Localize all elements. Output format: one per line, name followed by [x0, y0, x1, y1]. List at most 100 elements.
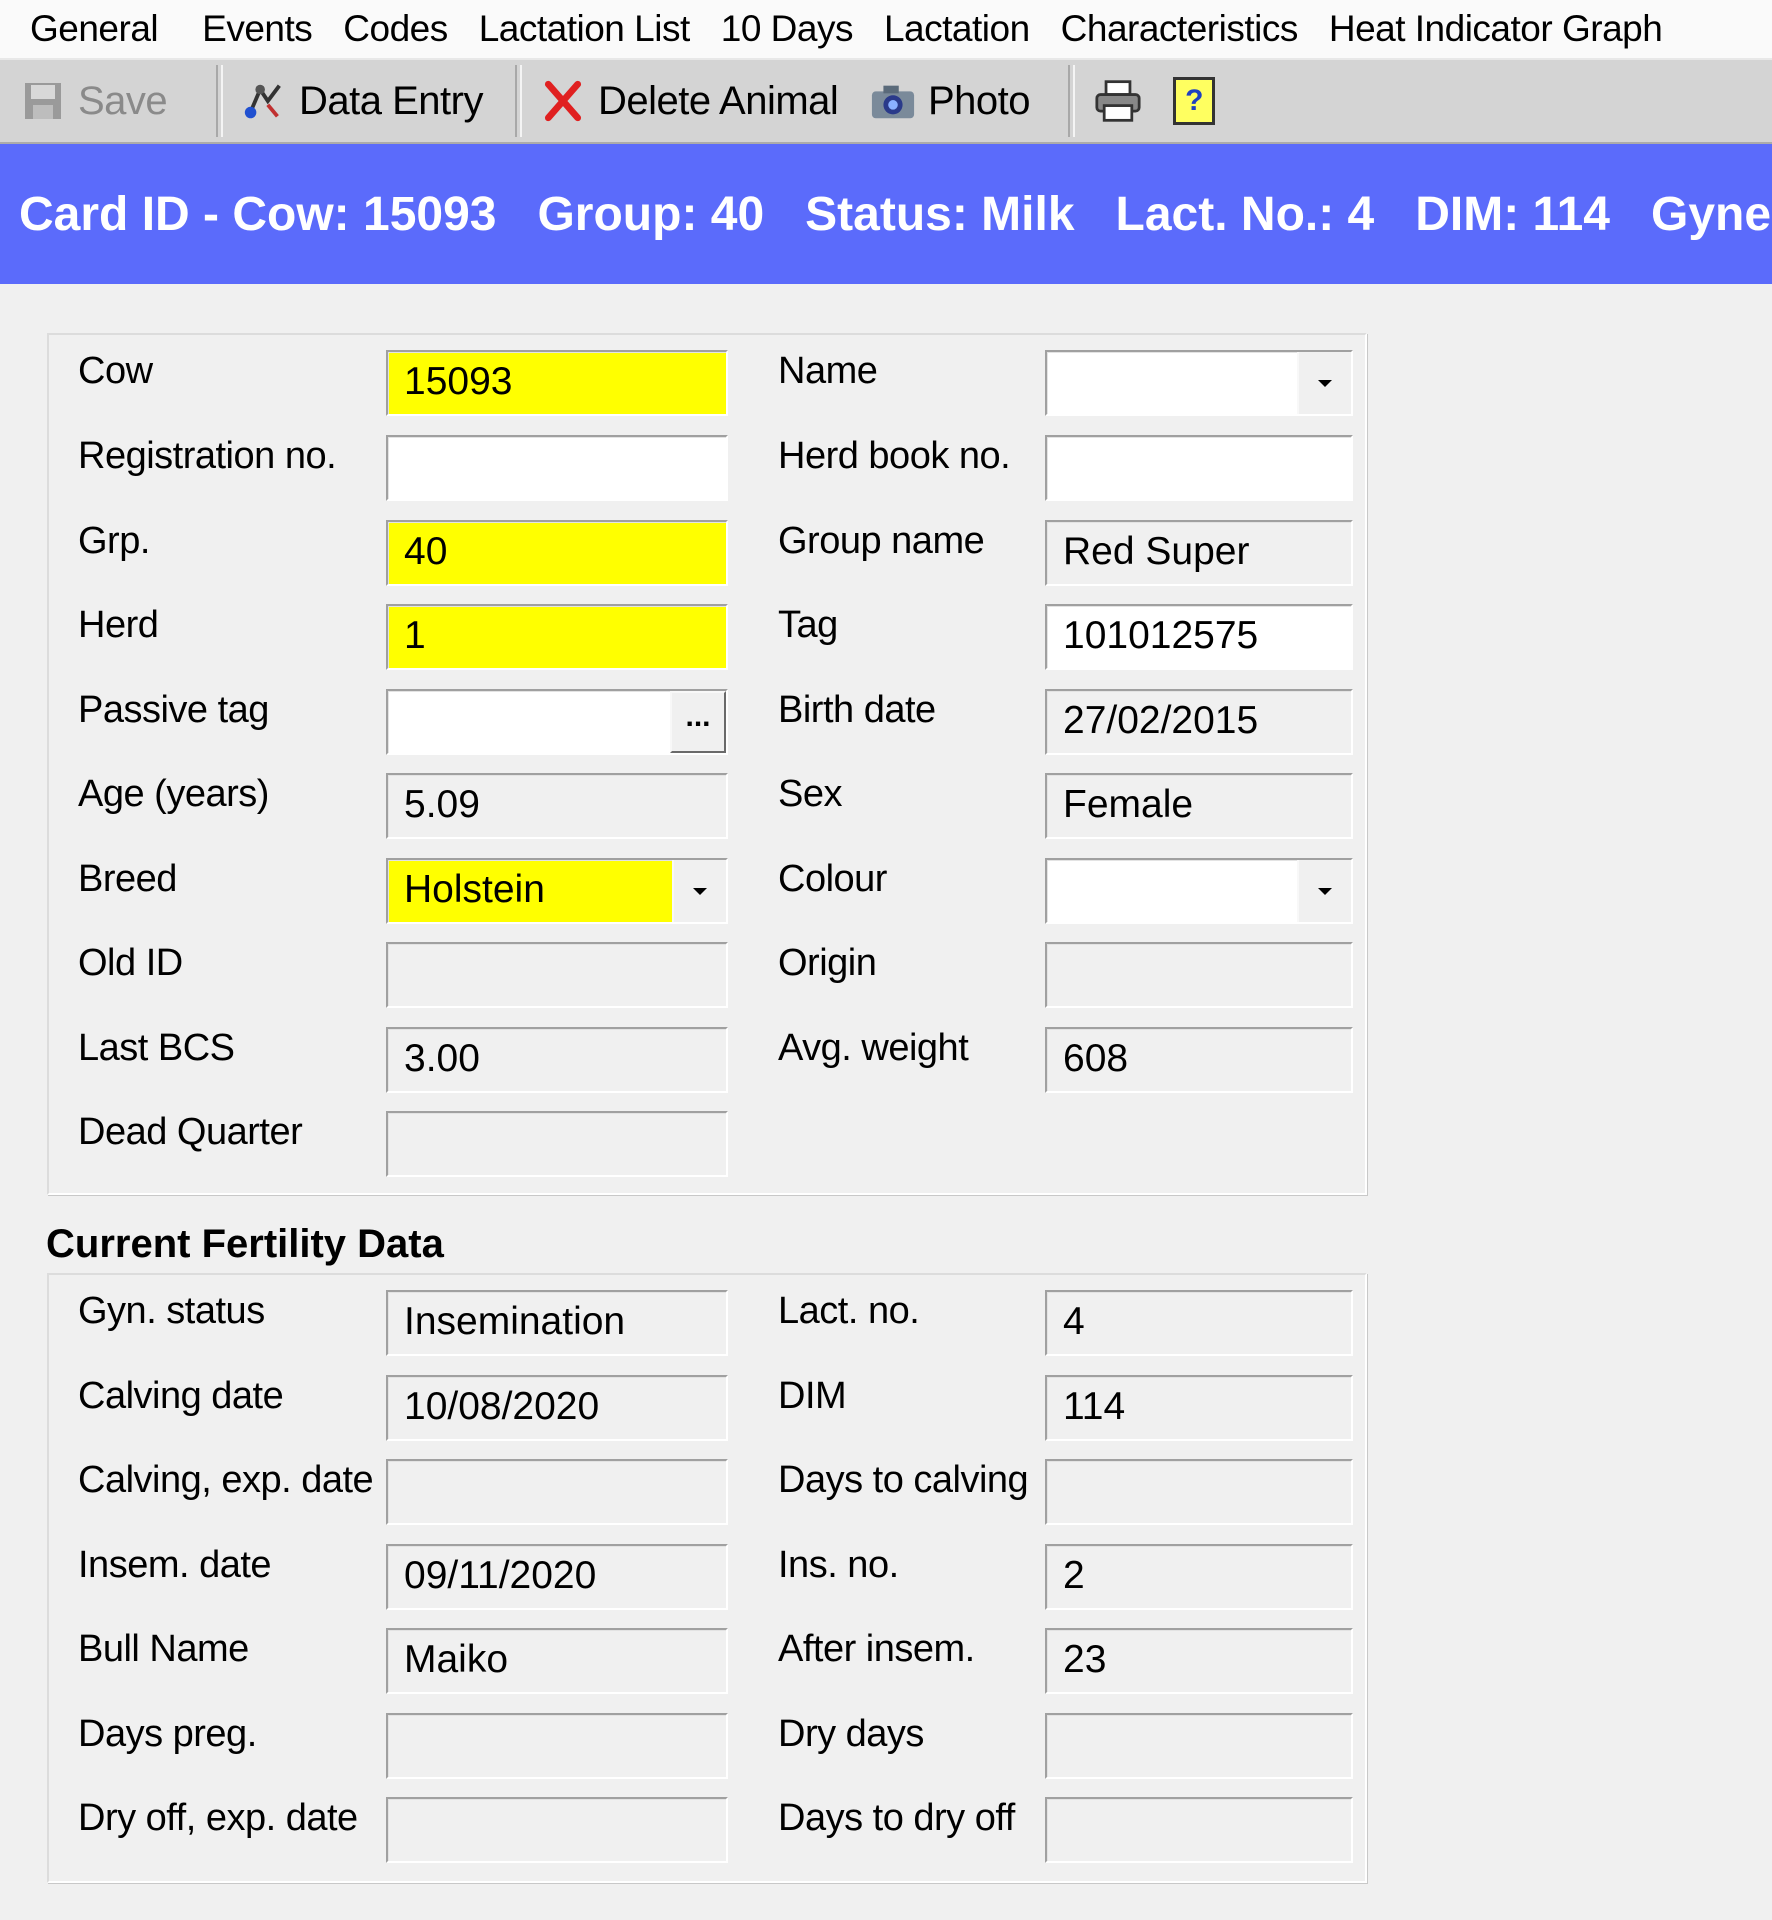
days-to-calving-field — [1045, 1459, 1353, 1525]
grp-label: Grp. — [78, 520, 150, 562]
days-to-dry-off-label: Days to dry off — [778, 1797, 1015, 1839]
age-label: Age (years) — [78, 773, 269, 815]
menu-characteristics[interactable]: Characteristics — [1047, 0, 1315, 58]
menu-codes[interactable]: Codes — [329, 0, 464, 58]
menu-lactation[interactable]: Lactation — [870, 0, 1047, 58]
insem-date-field: 09/11/2020 — [386, 1544, 728, 1610]
herd-field[interactable]: 1 — [386, 604, 728, 670]
help-icon: ? — [1173, 77, 1215, 125]
toolbar-separator — [1068, 65, 1075, 137]
toolbar-separator — [216, 65, 223, 137]
origin-label: Origin — [778, 942, 877, 984]
herd-label: Herd — [78, 604, 159, 646]
colour-label: Colour — [778, 858, 887, 900]
save-icon — [20, 78, 66, 124]
dim-field: 114 — [1045, 1375, 1353, 1441]
data-entry-button[interactable]: Data Entry — [231, 66, 507, 136]
dim-label: DIM — [778, 1375, 847, 1417]
last-bcs-label: Last BCS — [78, 1027, 235, 1069]
menu-general[interactable]: General — [0, 0, 188, 58]
help-button[interactable]: ? — [1173, 66, 1243, 136]
days-preg-label: Days preg. — [78, 1713, 257, 1755]
age-field: 5.09 — [386, 773, 728, 839]
passive-tag-browse-button[interactable]: ... — [670, 691, 726, 753]
card-header-banner: Card ID - Cow: 15093 Group: 40 Status: M… — [0, 144, 1772, 284]
dry-days-field — [1045, 1713, 1353, 1779]
lact-no-field: 4 — [1045, 1290, 1353, 1356]
after-insem-label: After insem. — [778, 1628, 975, 1670]
cow-label: Cow — [78, 350, 153, 392]
dead-quarter-field — [386, 1111, 728, 1177]
registration-label: Registration no. — [78, 435, 337, 477]
days-to-dry-off-field — [1045, 1797, 1353, 1863]
breed-dropdown[interactable]: Holstein — [386, 858, 728, 924]
save-label: Save — [78, 78, 168, 123]
insem-date-label: Insem. date — [78, 1544, 272, 1586]
menu-bar: General Events Codes Lactation List 10 D… — [0, 0, 1772, 58]
gyn-status-field: Insemination — [386, 1290, 728, 1356]
menu-events[interactable]: Events — [188, 0, 329, 58]
group-name-field: Red Super — [1045, 520, 1353, 586]
breed-dropdown-button[interactable] — [672, 860, 726, 922]
colour-dropdown[interactable] — [1045, 858, 1353, 924]
dry-days-label: Dry days — [778, 1713, 924, 1755]
passive-tag-field[interactable]: ... — [386, 689, 728, 755]
dry-off-exp-date-field — [386, 1797, 728, 1863]
breed-label: Breed — [78, 858, 177, 900]
save-button[interactable]: Save — [0, 66, 208, 136]
fertility-section-title: Current Fertility Data — [46, 1222, 444, 1266]
name-dropdown-button[interactable] — [1297, 352, 1351, 414]
tag-label: Tag — [778, 604, 838, 646]
chevron-down-icon — [1318, 379, 1332, 387]
dry-off-exp-date-label: Dry off, exp. date — [78, 1797, 358, 1839]
calving-date-field: 10/08/2020 — [386, 1375, 728, 1441]
old-id-label: Old ID — [78, 942, 183, 984]
dead-quarter-label: Dead Quarter — [78, 1111, 303, 1153]
photo-button[interactable]: Photo — [860, 66, 1060, 136]
banner-gyn-status: Gyne — [1650, 187, 1772, 241]
toolbar-separator — [515, 65, 522, 137]
group-name-label: Group name — [778, 520, 985, 562]
breed-value: Holstein — [404, 868, 545, 911]
days-preg-field — [386, 1713, 728, 1779]
menu-lactation-list[interactable]: Lactation List — [465, 0, 707, 58]
days-to-calving-label: Days to calving — [778, 1459, 1029, 1501]
printer-icon — [1095, 78, 1141, 124]
tag-field[interactable]: 101012575 — [1045, 604, 1353, 670]
photo-label: Photo — [928, 78, 1031, 123]
bull-name-label: Bull Name — [78, 1628, 249, 1670]
banner-card-id: Card ID - Cow: 15093 — [19, 187, 497, 241]
print-button[interactable] — [1083, 66, 1173, 136]
delete-x-icon — [540, 78, 586, 124]
cow-field[interactable]: 15093 — [386, 350, 728, 416]
registration-field[interactable] — [386, 435, 728, 501]
bull-name-field: Maiko — [386, 1628, 728, 1694]
avg-weight-label: Avg. weight — [778, 1027, 969, 1069]
ins-no-field: 2 — [1045, 1544, 1353, 1610]
banner-dim: DIM: 114 — [1415, 187, 1610, 241]
passive-tag-label: Passive tag — [78, 689, 269, 731]
sex-label: Sex — [778, 773, 842, 815]
after-insem-field: 23 — [1045, 1628, 1353, 1694]
origin-field — [1045, 942, 1353, 1008]
data-entry-label: Data Entry — [299, 78, 483, 123]
colour-dropdown-button[interactable] — [1297, 860, 1351, 922]
name-dropdown[interactable] — [1045, 350, 1353, 416]
calving-exp-date-field — [386, 1459, 728, 1525]
banner-lact-no: Lact. No.: 4 — [1115, 187, 1375, 241]
menu-heat-indicator-graph[interactable]: Heat Indicator Graph — [1315, 0, 1679, 58]
banner-status: Status: Milk — [805, 187, 1075, 241]
grp-field[interactable]: 40 — [386, 520, 728, 586]
birth-date-field: 27/02/2015 — [1045, 689, 1353, 755]
banner-group: Group: 40 — [537, 187, 765, 241]
sex-field: Female — [1045, 773, 1353, 839]
data-entry-icon — [241, 78, 287, 124]
gyn-status-label: Gyn. status — [78, 1290, 265, 1332]
camera-icon — [870, 78, 916, 124]
old-id-field — [386, 942, 728, 1008]
birth-date-label: Birth date — [778, 689, 936, 731]
menu-10-days[interactable]: 10 Days — [707, 0, 870, 58]
delete-animal-button[interactable]: Delete Animal — [530, 66, 860, 136]
ins-no-label: Ins. no. — [778, 1544, 899, 1586]
herd-book-field[interactable] — [1045, 435, 1353, 501]
